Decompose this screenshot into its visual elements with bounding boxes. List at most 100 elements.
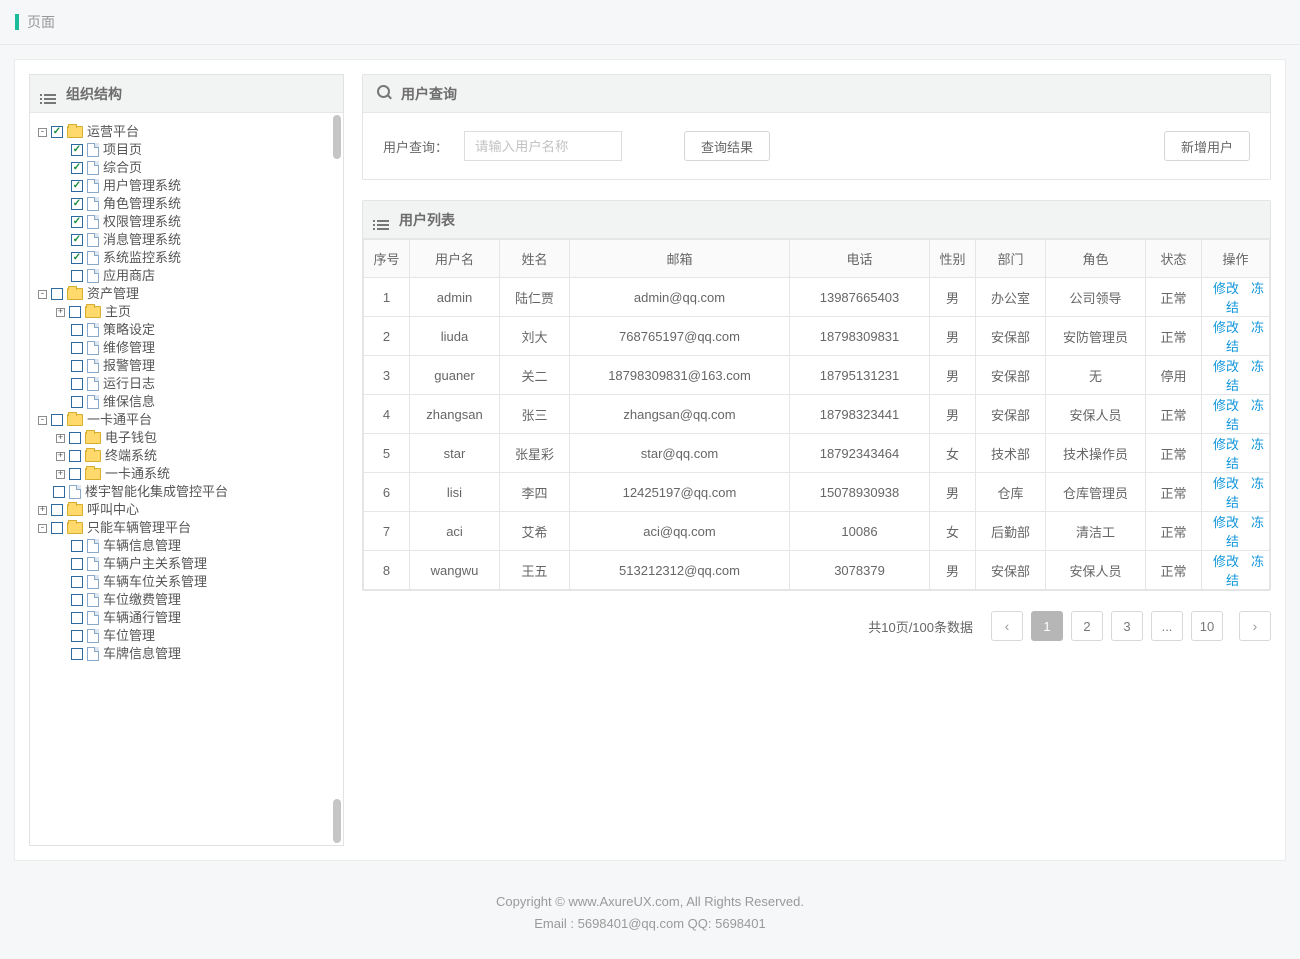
tree-item[interactable]: +呼叫中心 bbox=[38, 501, 335, 519]
expand-icon[interactable]: + bbox=[38, 506, 47, 515]
checkbox[interactable] bbox=[51, 504, 63, 516]
tree-item[interactable]: 项目页 bbox=[56, 141, 335, 159]
checkbox[interactable] bbox=[71, 180, 83, 192]
expand-icon[interactable]: + bbox=[56, 452, 65, 461]
checkbox[interactable] bbox=[71, 324, 83, 336]
pager-page[interactable]: 3 bbox=[1111, 611, 1143, 641]
checkbox[interactable] bbox=[71, 630, 83, 642]
query-panel: 用户查询 用户查询： 查询结果 新增用户 bbox=[362, 74, 1271, 180]
edit-link[interactable]: 修改 bbox=[1213, 554, 1239, 569]
edit-link[interactable]: 修改 bbox=[1213, 281, 1239, 296]
tree-item[interactable]: 运行日志 bbox=[56, 375, 335, 393]
checkbox[interactable] bbox=[71, 576, 83, 588]
checkbox[interactable] bbox=[51, 414, 63, 426]
edit-link[interactable]: 修改 bbox=[1213, 437, 1239, 452]
checkbox[interactable] bbox=[71, 558, 83, 570]
tree-item[interactable]: 权限管理系统 bbox=[56, 213, 335, 231]
collapse-icon[interactable]: - bbox=[38, 290, 47, 299]
tree-item[interactable]: 车位缴费管理 bbox=[56, 591, 335, 609]
checkbox[interactable] bbox=[69, 306, 81, 318]
tree-item[interactable]: 楼宇智能化集成管控平台 bbox=[38, 483, 335, 501]
tree-item[interactable]: 消息管理系统 bbox=[56, 231, 335, 249]
pager-page[interactable]: ... bbox=[1151, 611, 1183, 641]
checkbox[interactable] bbox=[71, 360, 83, 372]
tree-item[interactable]: 系统监控系统 bbox=[56, 249, 335, 267]
pager-next[interactable]: › bbox=[1239, 611, 1271, 641]
tree-item[interactable]: 车辆车位关系管理 bbox=[56, 573, 335, 591]
tree-item[interactable]: -资产管理 bbox=[38, 285, 335, 303]
search-button[interactable]: 查询结果 bbox=[684, 131, 770, 161]
expand-icon[interactable]: + bbox=[56, 470, 65, 479]
tree-item[interactable]: 维修管理 bbox=[56, 339, 335, 357]
tree-item[interactable]: 报警管理 bbox=[56, 357, 335, 375]
checkbox[interactable] bbox=[71, 234, 83, 246]
checkbox[interactable] bbox=[71, 162, 83, 174]
checkbox[interactable] bbox=[69, 468, 81, 480]
tree-item[interactable]: 用户管理系统 bbox=[56, 177, 335, 195]
checkbox[interactable] bbox=[51, 126, 63, 138]
pager-page[interactable]: 2 bbox=[1071, 611, 1103, 641]
collapse-icon[interactable]: - bbox=[38, 128, 47, 137]
table-row: 4zhangsan张三zhangsan@qq.com18798323441男安保… bbox=[364, 395, 1270, 434]
tree-item[interactable]: +电子钱包 bbox=[56, 429, 335, 447]
checkbox[interactable] bbox=[71, 378, 83, 390]
checkbox[interactable] bbox=[71, 216, 83, 228]
tree-item[interactable]: 车辆通行管理 bbox=[56, 609, 335, 627]
add-user-button[interactable]: 新增用户 bbox=[1164, 131, 1250, 161]
checkbox[interactable] bbox=[71, 252, 83, 264]
query-header: 用户查询 bbox=[363, 75, 1270, 113]
tree-item[interactable]: -一卡通平台 bbox=[38, 411, 335, 429]
tree-item[interactable]: +主页 bbox=[56, 303, 335, 321]
file-icon bbox=[87, 377, 99, 391]
edit-link[interactable]: 修改 bbox=[1213, 359, 1239, 374]
cell-phone: 10086 bbox=[790, 512, 930, 551]
cell-status: 正常 bbox=[1146, 512, 1202, 551]
tree-item[interactable]: 应用商店 bbox=[56, 267, 335, 285]
tree-item[interactable]: -只能车辆管理平台 bbox=[38, 519, 335, 537]
checkbox[interactable] bbox=[71, 144, 83, 156]
scrollbar-thumb-bottom[interactable] bbox=[333, 799, 341, 843]
tree-item[interactable]: +终端系统 bbox=[56, 447, 335, 465]
pager-page[interactable]: 1 bbox=[1031, 611, 1063, 641]
edit-link[interactable]: 修改 bbox=[1213, 515, 1239, 530]
footer: Copyright © www.AxureUX.com, All Rights … bbox=[0, 875, 1300, 959]
checkbox[interactable] bbox=[69, 450, 81, 462]
tree-item[interactable]: 车辆户主关系管理 bbox=[56, 555, 335, 573]
tree-item[interactable]: 策略设定 bbox=[56, 321, 335, 339]
checkbox[interactable] bbox=[71, 270, 83, 282]
expand-icon[interactable]: + bbox=[56, 308, 65, 317]
collapse-icon[interactable]: - bbox=[38, 416, 47, 425]
checkbox[interactable] bbox=[71, 396, 83, 408]
tree-item[interactable]: 车牌信息管理 bbox=[56, 645, 335, 663]
checkbox[interactable] bbox=[71, 594, 83, 606]
expand-icon[interactable]: + bbox=[56, 434, 65, 443]
edit-link[interactable]: 修改 bbox=[1213, 476, 1239, 491]
edit-link[interactable]: 修改 bbox=[1213, 320, 1239, 335]
search-input[interactable] bbox=[464, 131, 622, 161]
tree-item[interactable]: -运营平台 bbox=[38, 123, 335, 141]
checkbox[interactable] bbox=[51, 522, 63, 534]
tree-item[interactable]: 车位管理 bbox=[56, 627, 335, 645]
tree-item[interactable]: 维保信息 bbox=[56, 393, 335, 411]
scrollbar-thumb-top[interactable] bbox=[333, 115, 341, 159]
checkbox[interactable] bbox=[53, 486, 65, 498]
checkbox[interactable] bbox=[71, 342, 83, 354]
checkbox[interactable] bbox=[71, 612, 83, 624]
edit-link[interactable]: 修改 bbox=[1213, 398, 1239, 413]
tree-label: 一卡通系统 bbox=[105, 465, 170, 483]
chevron-right-icon: › bbox=[1253, 618, 1258, 634]
tree-item[interactable]: 车辆信息管理 bbox=[56, 537, 335, 555]
pager-prev[interactable]: ‹ bbox=[991, 611, 1023, 641]
checkbox[interactable] bbox=[71, 540, 83, 552]
checkbox[interactable] bbox=[51, 288, 63, 300]
cell-ops: 修改冻结 bbox=[1202, 434, 1270, 473]
checkbox[interactable] bbox=[71, 198, 83, 210]
main-area: 用户查询 用户查询： 查询结果 新增用户 用户列表 序号用户名姓名邮箱电话性别部… bbox=[362, 74, 1271, 846]
checkbox[interactable] bbox=[69, 432, 81, 444]
tree-item[interactable]: 综合页 bbox=[56, 159, 335, 177]
tree-item[interactable]: + 一卡通系统 bbox=[56, 465, 335, 483]
collapse-icon[interactable]: - bbox=[38, 524, 47, 533]
pager-page[interactable]: 10 bbox=[1191, 611, 1223, 641]
tree-item[interactable]: 角色管理系统 bbox=[56, 195, 335, 213]
checkbox[interactable] bbox=[71, 648, 83, 660]
